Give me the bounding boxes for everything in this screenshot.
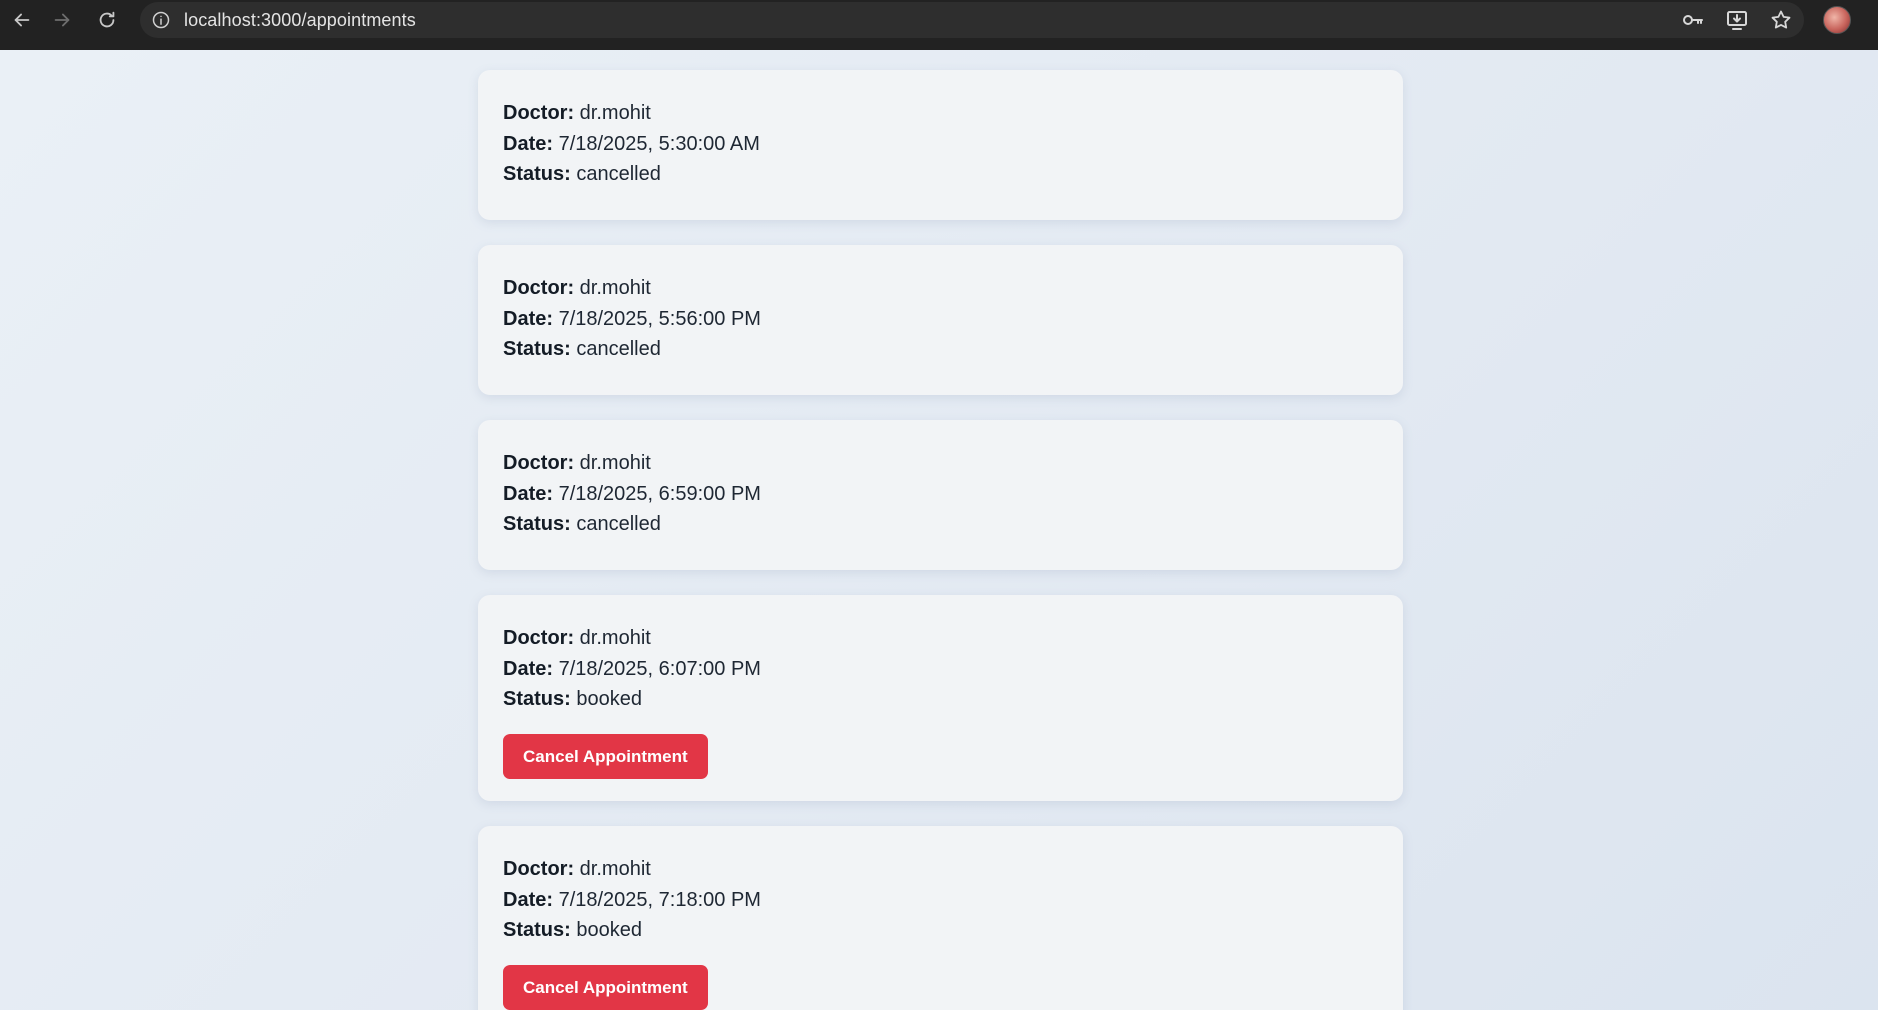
date-row: Date: 7/18/2025, 5:30:00 AM bbox=[503, 129, 1378, 160]
status-label: Status: bbox=[503, 513, 571, 535]
doctor-value: dr.mohit bbox=[579, 858, 651, 880]
address-bar[interactable]: localhost:3000/appointments bbox=[140, 2, 1804, 38]
appointment-card: Doctor: dr.mohit Date: 7/18/2025, 6:59:0… bbox=[478, 420, 1403, 570]
doctor-row: Doctor: dr.mohit bbox=[503, 273, 1378, 304]
doctor-row: Doctor: dr.mohit bbox=[503, 98, 1378, 129]
browser-toolbar: localhost:3000/appointments bbox=[0, 0, 1878, 50]
status-label: Status: bbox=[503, 688, 571, 710]
appointment-card: Doctor: dr.mohit Date: 7/18/2025, 5:56:0… bbox=[478, 245, 1403, 395]
doctor-label: Doctor: bbox=[503, 277, 575, 299]
status-label: Status: bbox=[503, 338, 571, 360]
back-arrow-icon bbox=[14, 13, 30, 27]
bookmark-star-icon[interactable] bbox=[1768, 7, 1794, 33]
date-value: 7/18/2025, 7:18:00 PM bbox=[558, 888, 761, 911]
cancel-appointment-button[interactable]: Cancel Appointment bbox=[503, 733, 708, 779]
date-label: Date: bbox=[503, 657, 554, 680]
date-value: 7/18/2025, 5:56:00 PM bbox=[558, 307, 761, 330]
status-value: booked bbox=[576, 919, 642, 941]
cancel-appointment-button[interactable]: Cancel Appointment bbox=[503, 964, 708, 1010]
status-value: booked bbox=[576, 688, 642, 710]
doctor-label: Doctor: bbox=[503, 858, 575, 880]
url-text[interactable]: localhost:3000/appointments bbox=[184, 10, 416, 31]
status-value: cancelled bbox=[576, 338, 661, 360]
date-label: Date: bbox=[503, 307, 554, 330]
appointments-page: Doctor: dr.mohit Date: 7/18/2025, 5:30:0… bbox=[0, 50, 1878, 1010]
date-label: Date: bbox=[503, 132, 554, 155]
date-label: Date: bbox=[503, 888, 554, 911]
doctor-value: dr.mohit bbox=[579, 277, 651, 299]
profile-avatar[interactable] bbox=[1823, 6, 1851, 34]
status-row: Status: booked bbox=[503, 684, 1378, 715]
doctor-label: Doctor: bbox=[503, 627, 575, 649]
doctor-row: Doctor: dr.mohit bbox=[503, 854, 1378, 885]
doctor-value: dr.mohit bbox=[579, 102, 651, 124]
appointment-card: Doctor: dr.mohit Date: 7/18/2025, 6:07:0… bbox=[478, 595, 1403, 801]
appointment-list: Doctor: dr.mohit Date: 7/18/2025, 5:30:0… bbox=[478, 70, 1403, 1010]
status-value: cancelled bbox=[576, 513, 661, 535]
site-info-icon[interactable] bbox=[150, 9, 172, 31]
reload-icon bbox=[99, 11, 115, 28]
status-row: Status: cancelled bbox=[503, 509, 1378, 540]
status-value: cancelled bbox=[576, 163, 661, 185]
back-button[interactable] bbox=[0, 0, 44, 40]
date-value: 7/18/2025, 5:30:00 AM bbox=[558, 132, 760, 155]
doctor-row: Doctor: dr.mohit bbox=[503, 448, 1378, 479]
date-row: Date: 7/18/2025, 5:56:00 PM bbox=[503, 304, 1378, 335]
status-row: Status: cancelled bbox=[503, 334, 1378, 365]
date-row: Date: 7/18/2025, 7:18:00 PM bbox=[503, 885, 1378, 916]
appointment-card: Doctor: dr.mohit Date: 7/18/2025, 5:30:0… bbox=[478, 70, 1403, 220]
install-app-icon[interactable] bbox=[1724, 7, 1750, 33]
date-value: 7/18/2025, 6:07:00 PM bbox=[558, 657, 761, 680]
doctor-label: Doctor: bbox=[503, 102, 575, 124]
status-row: Status: booked bbox=[503, 915, 1378, 946]
date-row: Date: 7/18/2025, 6:07:00 PM bbox=[503, 654, 1378, 685]
doctor-value: dr.mohit bbox=[579, 627, 651, 649]
date-row: Date: 7/18/2025, 6:59:00 PM bbox=[503, 479, 1378, 510]
status-row: Status: cancelled bbox=[503, 159, 1378, 190]
status-label: Status: bbox=[503, 919, 571, 941]
reload-button[interactable] bbox=[85, 0, 129, 40]
status-label: Status: bbox=[503, 163, 571, 185]
appointment-card: Doctor: dr.mohit Date: 7/18/2025, 7:18:0… bbox=[478, 826, 1403, 1010]
doctor-value: dr.mohit bbox=[579, 452, 651, 474]
forward-arrow-icon bbox=[54, 13, 70, 27]
password-key-icon[interactable] bbox=[1680, 7, 1706, 33]
doctor-label: Doctor: bbox=[503, 452, 575, 474]
date-value: 7/18/2025, 6:59:00 PM bbox=[558, 482, 761, 505]
date-label: Date: bbox=[503, 482, 554, 505]
doctor-row: Doctor: dr.mohit bbox=[503, 623, 1378, 654]
forward-button[interactable] bbox=[40, 0, 84, 40]
